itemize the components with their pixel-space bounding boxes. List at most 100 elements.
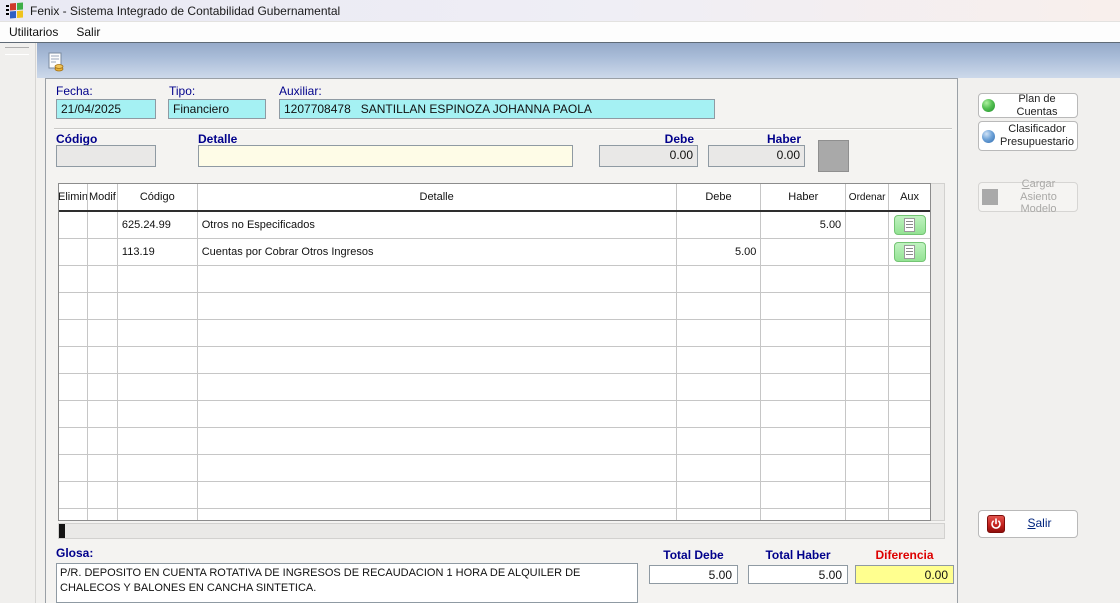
total-haber-label: Total Haber (748, 548, 848, 562)
empty-cell (59, 293, 88, 319)
table-row-empty[interactable] (59, 482, 930, 509)
empty-cell (677, 266, 762, 292)
empty-cell (118, 266, 198, 292)
empty-cell (198, 320, 677, 346)
new-entry-button[interactable] (44, 50, 68, 74)
table-row-empty[interactable] (59, 293, 930, 320)
empty-cell (846, 482, 889, 508)
empty-cell (88, 455, 118, 481)
empty-cell (198, 401, 677, 427)
empty-cell (761, 482, 846, 508)
empty-cell (889, 482, 930, 508)
empty-cell (198, 347, 677, 373)
ordenar-cell[interactable] (846, 239, 889, 265)
gray-square-icon (982, 189, 998, 205)
empty-cell (677, 347, 762, 373)
fecha-field[interactable]: 21/04/2025 (56, 99, 156, 119)
table-vertical-scrollbar[interactable] (931, 183, 945, 521)
header-detalle[interactable]: Detalle (198, 184, 677, 210)
header-haber[interactable]: Haber (761, 184, 846, 210)
scrollbar-thumb[interactable] (59, 524, 65, 538)
cargar-asiento-modelo-button[interactable]: Cargar Asiento Modelo (978, 182, 1078, 212)
table-row-empty[interactable] (59, 428, 930, 455)
table-row-empty[interactable] (59, 374, 930, 401)
detalle-cell: Otros no Especificados (198, 212, 677, 238)
empty-cell (118, 293, 198, 319)
haber-cell: 5.00 (761, 212, 846, 238)
debe-input[interactable]: 0.00 (599, 145, 698, 167)
menu-salir[interactable]: Salir (67, 23, 109, 41)
empty-cell (761, 401, 846, 427)
empty-cell (846, 455, 889, 481)
separator-line (54, 128, 952, 130)
debe-label: Debe (599, 132, 694, 146)
menu-utilitarios[interactable]: Utilitarios (0, 23, 67, 41)
tipo-field[interactable]: Financiero (168, 99, 266, 119)
table-row[interactable]: 113.19 Cuentas por Cobrar Otros Ingresos… (59, 239, 930, 266)
modif-cell[interactable] (88, 212, 118, 238)
ordenar-cell[interactable] (846, 212, 889, 238)
haber-input[interactable]: 0.00 (708, 145, 805, 167)
aux-button[interactable] (894, 215, 926, 235)
table-row-empty[interactable] (59, 401, 930, 428)
empty-cell (761, 509, 846, 521)
empty-cell (846, 320, 889, 346)
empty-cell (889, 374, 930, 400)
clasificador-presupuestario-button[interactable]: Clasificador Presupuestario (978, 121, 1078, 151)
app-logo-icon (6, 3, 23, 18)
empty-cell (118, 401, 198, 427)
header-debe[interactable]: Debe (677, 184, 762, 210)
empty-cell (677, 482, 762, 508)
empty-cell (198, 428, 677, 454)
empty-cell (118, 428, 198, 454)
empty-cell (88, 347, 118, 373)
header-codigo[interactable]: Código (118, 184, 198, 210)
table-row-empty[interactable] (59, 347, 930, 374)
empty-cell (118, 347, 198, 373)
table-row[interactable]: 625.24.99 Otros no Especificados 5.00 (59, 212, 930, 239)
empty-cell (677, 509, 762, 521)
empty-cell (761, 293, 846, 319)
elimin-cell[interactable] (59, 212, 88, 238)
empty-cell (761, 320, 846, 346)
empty-cell (846, 266, 889, 292)
aux-button[interactable] (894, 242, 926, 262)
empty-cell (846, 347, 889, 373)
empty-cell (118, 374, 198, 400)
empty-cell (59, 401, 88, 427)
empty-cell (88, 374, 118, 400)
table-horizontal-scrollbar[interactable] (58, 523, 945, 539)
plan-de-cuentas-button[interactable]: Plan de Cuentas (978, 93, 1078, 118)
empty-cell (761, 428, 846, 454)
add-line-button[interactable] (818, 140, 849, 172)
detalle-input[interactable] (198, 145, 573, 167)
left-collapsed-panel[interactable] (0, 43, 36, 603)
total-debe-field: 5.00 (649, 565, 738, 584)
empty-cell (59, 374, 88, 400)
codigo-input[interactable] (56, 145, 156, 167)
empty-cell (59, 428, 88, 454)
empty-cell (889, 347, 930, 373)
empty-cell (198, 266, 677, 292)
splitter-grip[interactable] (5, 47, 29, 55)
salir-button[interactable]: Salir (978, 510, 1078, 538)
auxiliar-field[interactable]: 1207708478 SANTILLAN ESPINOZA JOHANNA PA… (279, 99, 715, 119)
elimin-cell[interactable] (59, 239, 88, 265)
toolbar-band (37, 43, 1120, 78)
table-row-empty[interactable] (59, 266, 930, 293)
blue-sphere-icon (982, 130, 995, 143)
header-elimin[interactable]: Elimin (59, 184, 88, 210)
modif-cell[interactable] (88, 239, 118, 265)
header-aux[interactable]: Aux (889, 184, 930, 210)
menu-bar: Utilitarios Salir (0, 22, 1120, 43)
cargar-asiento-label: Cargar Asiento Modelo (1003, 178, 1074, 216)
header-modif[interactable]: Modif (88, 184, 118, 210)
header-ordenar[interactable]: Ordenar (846, 184, 889, 210)
haber-cell (761, 239, 846, 265)
empty-cell (889, 320, 930, 346)
table-row-empty[interactable] (59, 455, 930, 482)
glosa-textarea[interactable]: P/R. DEPOSITO EN CUENTA ROTATIVA DE INGR… (56, 563, 638, 603)
table-row-empty[interactable] (59, 509, 930, 521)
aux-document-icon (904, 218, 915, 232)
table-row-empty[interactable] (59, 320, 930, 347)
